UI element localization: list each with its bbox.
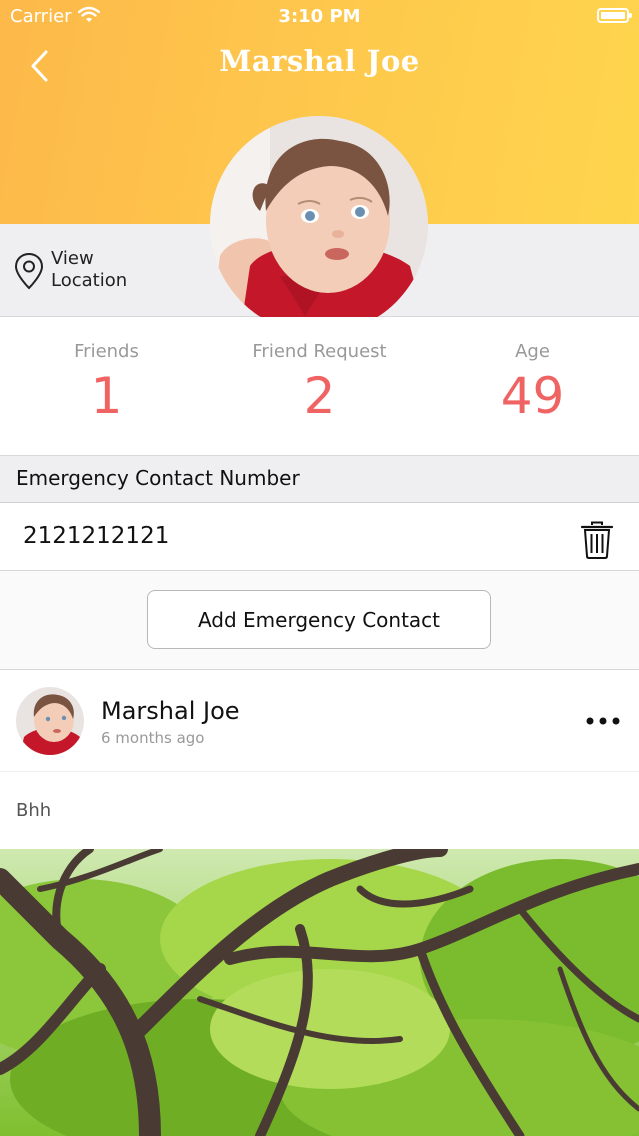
view-location-label: View Location — [51, 248, 128, 291]
status-bar: Carrier 3:10 PM — [0, 0, 639, 34]
stat-label: Age — [515, 341, 550, 362]
page-title: Marshal Joe — [219, 44, 420, 78]
emergency-section-header: Emergency Contact Number — [0, 456, 639, 503]
trash-icon — [580, 521, 614, 559]
post-timestamp: 6 months ago — [101, 729, 205, 747]
post-header — [0, 670, 639, 772]
post-options-button[interactable] — [584, 710, 622, 732]
battery-icon — [597, 8, 632, 23]
stat-value: 1 — [90, 367, 123, 425]
post-author-name[interactable]: Marshal Joe — [101, 697, 240, 725]
stat-label: Friends — [74, 341, 139, 362]
stat-value: 49 — [500, 367, 565, 425]
emergency-contact-number: 2121212121 — [23, 523, 170, 549]
post-author-avatar[interactable] — [16, 687, 84, 755]
stat-label: Friend Request — [252, 341, 387, 362]
stat-friend-request[interactable]: Friend Request 2 — [213, 317, 426, 426]
stats-row: Friends 1 Friend Request 2 Age 49 — [0, 317, 639, 456]
stat-value: 2 — [303, 367, 336, 425]
stat-age: Age 49 — [426, 317, 639, 426]
profile-avatar — [210, 116, 428, 334]
map-pin-icon — [14, 252, 44, 290]
emergency-section-title: Emergency Contact Number — [16, 466, 300, 490]
stat-friends[interactable]: Friends 1 — [0, 317, 213, 426]
post-text: Bhh — [16, 800, 52, 821]
post-image[interactable] — [0, 849, 639, 1136]
more-horizontal-icon — [586, 717, 620, 725]
status-time: 3:10 PM — [278, 6, 361, 27]
delete-contact-button[interactable] — [578, 520, 616, 560]
post-body — [0, 772, 639, 849]
emergency-contact-row: 2121212121 — [0, 503, 639, 571]
add-emergency-contact-button[interactable]: Add Emergency Contact — [147, 590, 491, 649]
